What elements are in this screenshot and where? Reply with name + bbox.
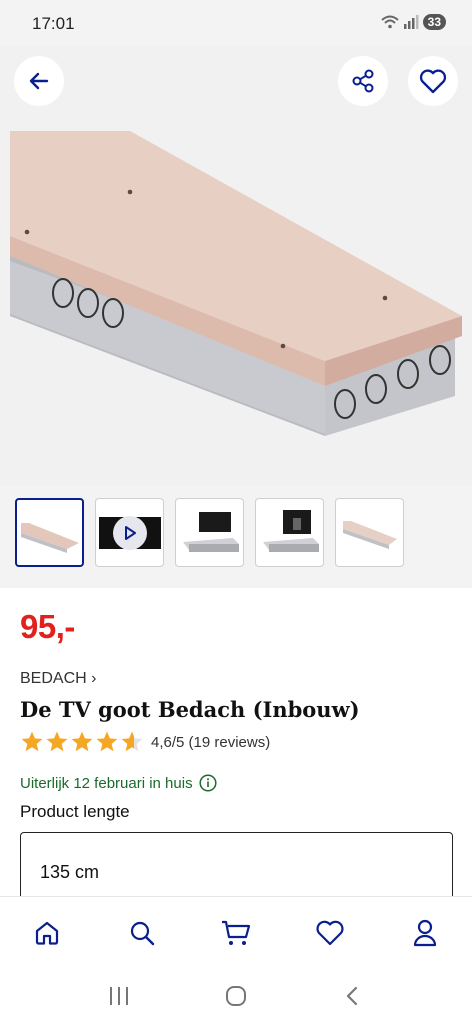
battery-badge: 33 [422, 14, 446, 30]
brand-name: BEDACH [20, 670, 87, 687]
info-icon[interactable] [199, 774, 217, 792]
length-value: 135 cm [40, 862, 100, 882]
thumbnail-image [262, 509, 319, 552]
thumbnail-1[interactable] [15, 498, 84, 567]
home-button-icon[interactable] [224, 984, 248, 1008]
arrow-left-icon [29, 72, 49, 90]
status-icons: 33 [380, 14, 446, 30]
brand-link[interactable]: BEDACH › [20, 670, 96, 688]
bottom-navigation [0, 896, 472, 968]
status-time: 17:01 [32, 14, 75, 33]
price: 95,- [20, 608, 75, 645]
thumbnail-video[interactable] [95, 498, 164, 567]
cart-icon [221, 920, 251, 945]
nav-search[interactable] [118, 909, 166, 957]
star-rating [20, 730, 144, 754]
length-label: Product lengte [20, 802, 130, 821]
status-bar: 17:01 33 [0, 0, 472, 46]
thumbnail-3[interactable] [175, 498, 244, 567]
thumbnail-image [20, 522, 79, 553]
thumbnail-5[interactable] [335, 498, 404, 567]
back-nav-icon[interactable] [341, 984, 365, 1008]
nav-favorites[interactable] [306, 909, 354, 957]
chevron-right-icon: › [91, 670, 97, 687]
product-gallery [0, 46, 472, 588]
nav-home[interactable] [23, 909, 71, 957]
rating-text: 4,6/5 (19 reviews) [151, 733, 271, 751]
star-icon [121, 731, 143, 752]
share-icon [352, 69, 374, 93]
share-button[interactable] [338, 56, 388, 106]
thumbnail-4[interactable] [255, 498, 324, 567]
video-thumbnail [98, 515, 161, 550]
home-icon [36, 921, 59, 945]
delivery-text: Uiterlijk 12 februari in huis [20, 774, 193, 792]
search-icon [130, 921, 154, 945]
product-title: De TV goot Bedach (Inbouw) [20, 697, 360, 722]
back-button[interactable] [14, 56, 64, 106]
thumbnail-strip [15, 498, 404, 567]
favorite-button[interactable] [408, 56, 458, 106]
system-navigation [0, 968, 472, 1024]
product-hero-image[interactable] [0, 46, 472, 486]
nav-account[interactable] [401, 909, 449, 957]
heart-icon [316, 920, 344, 945]
star-icon [96, 731, 118, 752]
recents-icon[interactable] [107, 985, 131, 1007]
star-icon [46, 731, 68, 752]
nav-cart[interactable] [212, 909, 260, 957]
star-icon [71, 731, 93, 752]
wifi-icon [380, 15, 399, 29]
signal-icon [403, 15, 419, 29]
thumbnail-image [342, 520, 397, 549]
heart-icon [419, 69, 447, 94]
thumbnail-image [182, 511, 239, 552]
user-icon [413, 919, 436, 946]
star-icon [21, 731, 43, 752]
rating[interactable]: 4,6/5 (19 reviews) [20, 730, 270, 754]
delivery-info: Uiterlijk 12 februari in huis [20, 774, 217, 792]
